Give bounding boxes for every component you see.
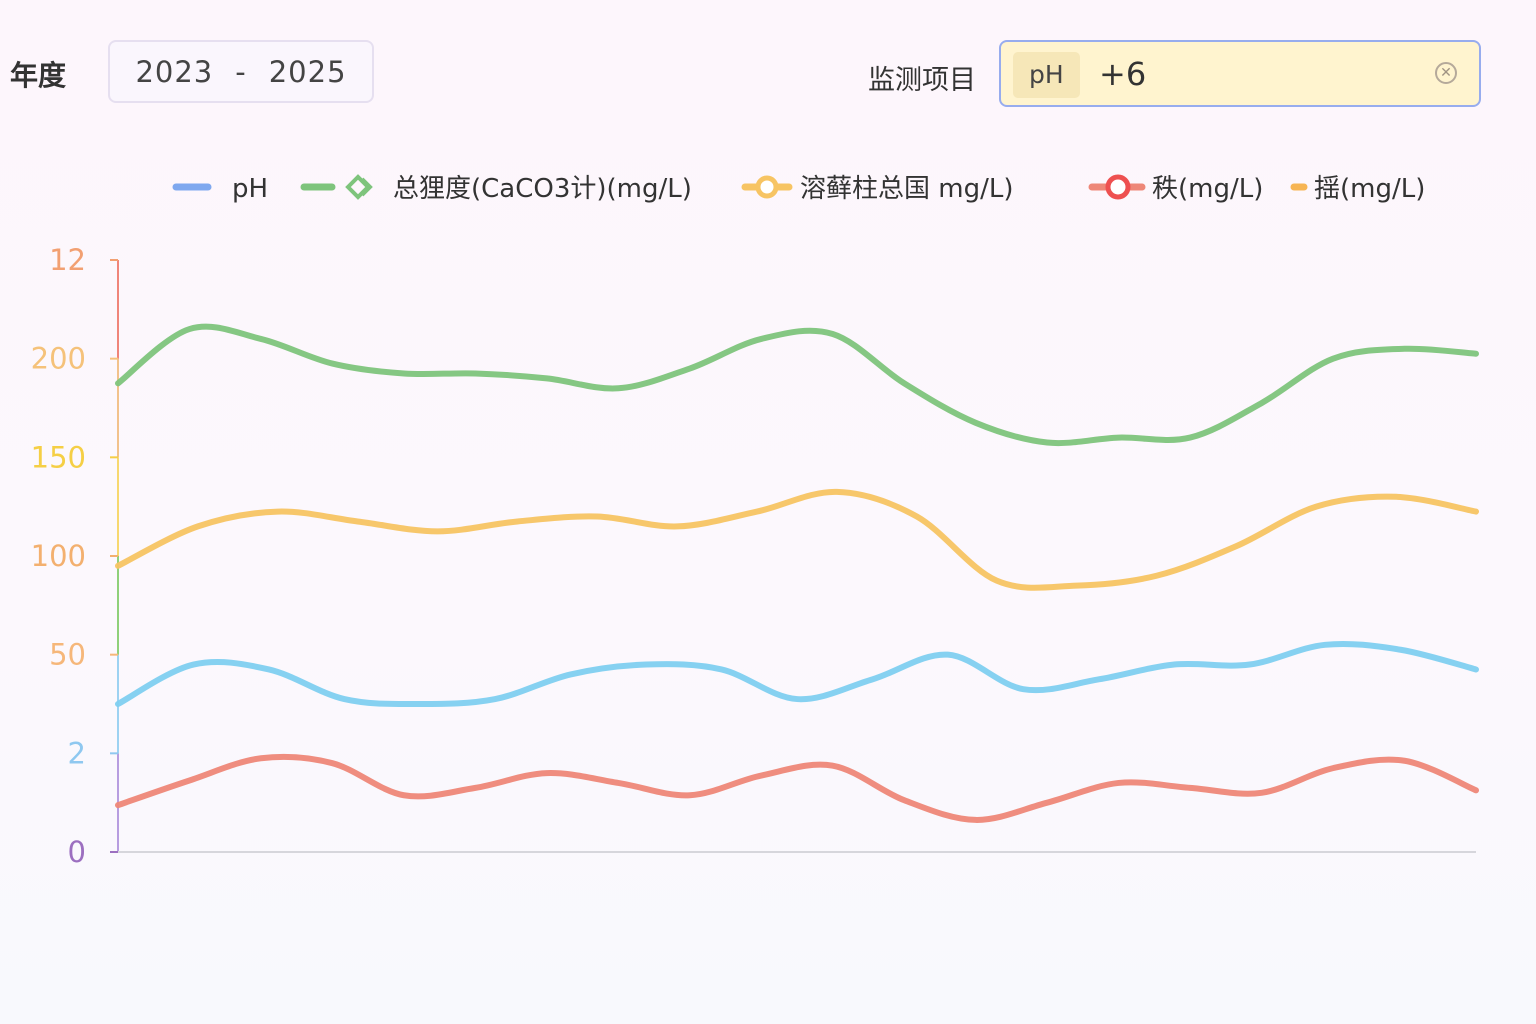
legend-item[interactable]: 揺(mg/L) — [1290, 174, 1425, 204]
series-line[interactable] — [115, 753, 1479, 823]
legend-label: 揺(mg/L) — [1314, 174, 1425, 204]
y-tick-label: 2 — [68, 736, 86, 770]
plot-area — [115, 323, 1479, 823]
series-line[interactable] — [115, 640, 1479, 708]
y-tick-label: 0 — [68, 835, 86, 869]
legend-label: 溶藓柱总国 mg/L) — [800, 174, 1014, 204]
legend-label: 秩(mg/L) — [1152, 174, 1263, 204]
legend-label: 总狸度(CaCO3计)(mg/L) — [393, 174, 692, 204]
y-tick-label: 12 — [49, 243, 86, 277]
series-line[interactable] — [115, 323, 1479, 447]
legend-label: pH — [232, 174, 268, 204]
y-tick-label: 100 — [31, 539, 86, 573]
chart-legend: pH 总狸度(CaCO3计)(mg/L) 溶藓柱总国 mg/L) 秩(mg/L) 揺(m… — [172, 174, 1425, 204]
legend-item[interactable]: 总狸度(CaCO3计)(mg/L) — [300, 174, 692, 204]
y-tick-label: 150 — [31, 440, 86, 474]
line-chart: pH 总狸度(CaCO3计)(mg/L) 溶藓柱总国 mg/L) 秩(mg/L) 揺(m… — [31, 174, 1479, 869]
y-tick-label: 200 — [31, 342, 86, 376]
legend-item[interactable]: 秩(mg/L) — [1088, 174, 1263, 204]
y-tick-label: 50 — [49, 638, 86, 672]
legend-item[interactable]: 溶藓柱总国 mg/L) — [741, 174, 1014, 204]
legend-item[interactable]: pH — [172, 174, 268, 204]
series-line[interactable] — [115, 488, 1479, 591]
